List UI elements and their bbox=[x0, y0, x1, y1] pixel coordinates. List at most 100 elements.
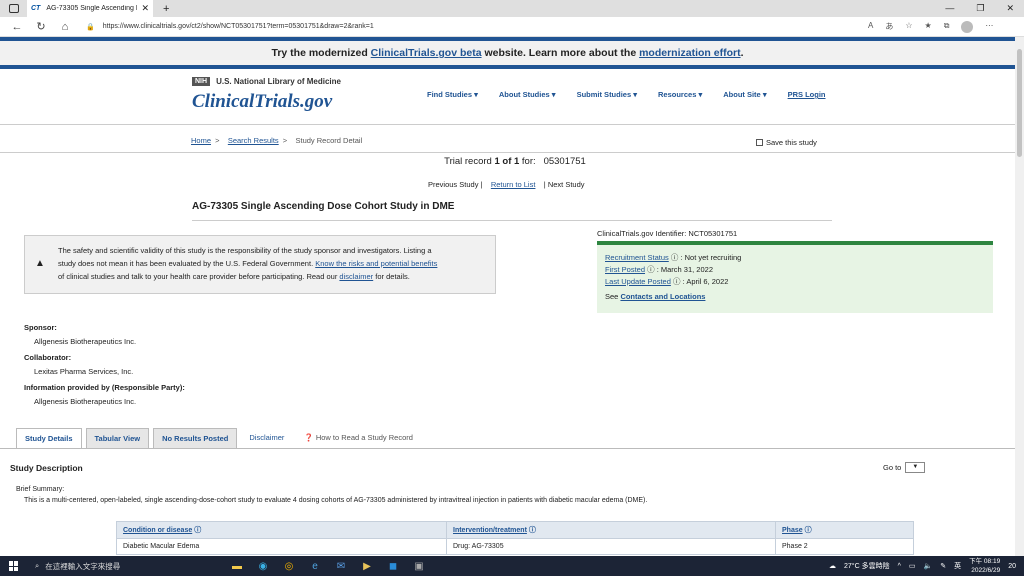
modernization-link[interactable]: modernization effort bbox=[639, 47, 741, 59]
info-icon[interactable]: ⓘ bbox=[194, 527, 201, 534]
taskbar-search[interactable]: ⌕ 在這裡輸入文字來搜尋 bbox=[35, 561, 215, 572]
goto-dropdown[interactable]: ▼ bbox=[905, 462, 926, 473]
how-to-read-link[interactable]: ❓ How to Read a Study Record bbox=[296, 428, 421, 448]
weather-text[interactable]: 27°C 多雲時陰 bbox=[844, 561, 890, 571]
prs-login-link[interactable]: PRS Login bbox=[788, 90, 826, 99]
tabs-divider bbox=[0, 448, 1015, 449]
weather-icon[interactable]: ☁ bbox=[829, 562, 836, 570]
study-title: AG-73305 Single Ascending Dose Cohort St… bbox=[192, 201, 455, 212]
goto-control: Go to ▼ bbox=[883, 462, 926, 473]
home-icon[interactable]: ⌂ bbox=[58, 21, 72, 33]
info-icon[interactable]: ⓘ bbox=[671, 253, 679, 262]
nlm-text[interactable]: U.S. National Library of Medicine bbox=[216, 77, 341, 86]
beta-link[interactable]: ClinicalTrials.gov beta bbox=[371, 47, 482, 59]
more-menu-icon[interactable]: ⋯ bbox=[985, 21, 993, 33]
nih-logo[interactable]: NIH bbox=[192, 77, 211, 86]
taskbar-search-placeholder: 在這裡輸入文字來搜尋 bbox=[45, 561, 121, 571]
refresh-icon[interactable]: ↻ bbox=[34, 20, 48, 33]
browser-tab[interactable]: CT AG-73305 Single Ascending Dos ✕ bbox=[27, 0, 153, 17]
nav-submit-studies[interactable]: Submit Studies ▾ bbox=[577, 90, 637, 99]
window-controls: — ❐ ✕ bbox=[945, 3, 1024, 14]
first-posted-link[interactable]: First Posted bbox=[605, 265, 645, 274]
clock[interactable]: 下午 08:19 2022/6/29 bbox=[969, 557, 1000, 575]
ime-indicator[interactable]: 英 bbox=[954, 561, 961, 571]
profile-avatar[interactable] bbox=[961, 20, 974, 33]
system-tray: ☁ 27°C 多雲時陰 ^ ▭ 🔈 ✎ 英 下午 08:19 2022/6/29… bbox=[829, 557, 1024, 575]
main-nav: Find Studies ▾ About Studies ▾ Submit St… bbox=[427, 90, 847, 99]
address-bar-row: ← ↻ ⌂ 🔒 https://www.clinicaltrials.gov/c… bbox=[0, 17, 1024, 37]
brief-summary-label: Brief Summary: bbox=[16, 486, 65, 493]
close-tab-icon[interactable]: ✕ bbox=[141, 3, 149, 14]
volume-icon[interactable]: 🔈 bbox=[924, 562, 933, 570]
file-explorer-icon[interactable]: ▬ bbox=[229, 561, 245, 572]
site-logo[interactable]: ClinicalTrials.gov bbox=[192, 91, 332, 113]
return-to-list-link[interactable]: Return to List bbox=[491, 180, 536, 189]
tab-no-results-posted[interactable]: No Results Posted bbox=[153, 428, 238, 448]
tab-disclaimer[interactable]: Disclaimer bbox=[241, 428, 292, 448]
store-app-icon[interactable]: ◼ bbox=[385, 561, 401, 572]
url-field[interactable]: 🔒 https://www.clinicaltrials.gov/ct2/sho… bbox=[86, 19, 868, 35]
collections-icon[interactable]: ⧉ bbox=[944, 21, 950, 33]
mail-icon[interactable]: ✉ bbox=[333, 561, 349, 572]
modernization-banner: Try the modernized ClinicalTrials.gov be… bbox=[0, 37, 1015, 69]
breadcrumb: Home > Search Results > Study Record Det… bbox=[191, 136, 363, 145]
photos-icon[interactable]: ▣ bbox=[411, 561, 427, 572]
chevron-up-icon[interactable]: ^ bbox=[898, 563, 901, 570]
chrome-icon[interactable]: ◎ bbox=[281, 561, 297, 572]
read-aloud-icon[interactable]: A bbox=[868, 21, 873, 33]
conditions-table: Condition or disease ⓘ Intervention/trea… bbox=[116, 521, 914, 555]
help-icon: ❓ bbox=[304, 433, 314, 442]
nav-resources[interactable]: Resources ▾ bbox=[658, 90, 702, 99]
new-tab-icon[interactable]: + bbox=[163, 3, 169, 15]
risks-benefits-link[interactable]: Know the risks and potential benefits bbox=[315, 259, 437, 268]
minimize-icon[interactable]: — bbox=[945, 3, 954, 14]
network-icon[interactable]: ▭ bbox=[909, 562, 916, 570]
search-icon: ⌕ bbox=[35, 561, 40, 570]
info-icon[interactable]: ⓘ bbox=[529, 527, 536, 534]
edge-icon[interactable]: ◉ bbox=[255, 561, 271, 572]
last-update-link[interactable]: Last Update Posted bbox=[605, 277, 671, 286]
next-study: | Next Study bbox=[543, 180, 585, 189]
nih-line: NIH U.S. National Library of Medicine bbox=[192, 77, 341, 86]
media-player-icon[interactable]: ▶ bbox=[359, 561, 375, 572]
nav-about-site[interactable]: About Site ▾ bbox=[723, 90, 766, 99]
study-description-heading: Study Description bbox=[10, 463, 83, 473]
favorites-icon[interactable]: ★ bbox=[925, 21, 932, 33]
info-icon[interactable]: ⓘ bbox=[673, 277, 681, 286]
breadcrumb-search-results[interactable]: Search Results bbox=[228, 136, 279, 145]
contacts-locations-link[interactable]: Contacts and Locations bbox=[620, 292, 705, 301]
browser-tab-strip: CT AG-73305 Single Ascending Dos ✕ + — ❐… bbox=[0, 0, 1024, 17]
disclaimer-link[interactable]: disclaimer bbox=[339, 272, 373, 281]
ie-icon[interactable]: e bbox=[307, 561, 323, 572]
page-scrollbar[interactable] bbox=[1015, 37, 1024, 556]
close-window-icon[interactable]: ✕ bbox=[1006, 3, 1014, 14]
site-favicon: CT bbox=[31, 5, 41, 12]
pen-icon[interactable]: ✎ bbox=[940, 562, 946, 570]
info-icon[interactable]: ⓘ bbox=[647, 265, 655, 274]
previous-study: Previous Study | bbox=[428, 180, 483, 189]
recruitment-status-link[interactable]: Recruitment Status bbox=[605, 253, 669, 262]
tab-actions-icon[interactable] bbox=[9, 4, 19, 13]
start-icon[interactable] bbox=[9, 561, 19, 571]
site-header: NIH U.S. National Library of Medicine Cl… bbox=[0, 69, 1015, 125]
info-icon[interactable]: ⓘ bbox=[805, 527, 812, 534]
save-study[interactable]: Save this study bbox=[756, 138, 817, 147]
back-icon[interactable]: ← bbox=[10, 21, 24, 33]
tab-tabular-view[interactable]: Tabular View bbox=[85, 428, 150, 448]
table-header-row: Condition or disease ⓘ Intervention/trea… bbox=[116, 521, 914, 539]
translate-icon[interactable]: あ bbox=[885, 21, 893, 33]
maximize-icon[interactable]: ❐ bbox=[976, 3, 984, 14]
nav-about-studies[interactable]: About Studies ▾ bbox=[499, 90, 556, 99]
extensions-icon[interactable]: ☆ bbox=[905, 21, 912, 33]
notification-badge[interactable]: 20 bbox=[1008, 563, 1016, 570]
tab-study-details[interactable]: Study Details bbox=[16, 428, 82, 448]
save-study-checkbox[interactable] bbox=[756, 139, 763, 146]
nav-find-studies[interactable]: Find Studies ▾ bbox=[427, 90, 478, 99]
scrollbar-thumb[interactable] bbox=[1017, 49, 1022, 157]
breadcrumb-home[interactable]: Home bbox=[191, 136, 211, 145]
divider bbox=[0, 152, 1015, 153]
title-divider bbox=[192, 220, 832, 221]
lock-icon[interactable]: 🔒 bbox=[86, 23, 95, 31]
brief-summary-text: This is a multi-centered, open-labeled, … bbox=[24, 497, 648, 504]
trial-record-count: Trial record 1 of 1 for: 05301751 bbox=[444, 156, 586, 167]
